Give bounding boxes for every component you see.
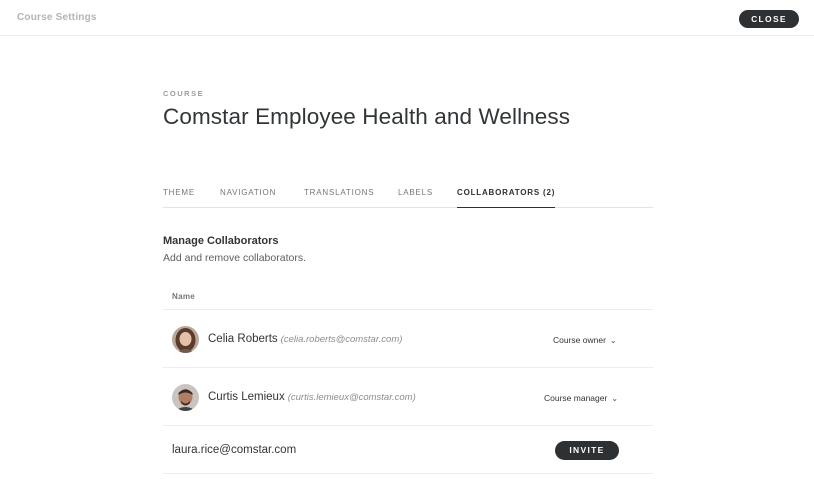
- name-column-header: Name: [172, 292, 195, 301]
- collaborator-name: Curtis Lemieux (curtis.lemieux@comstar.co…: [208, 391, 416, 403]
- collaborator-name: Celia Roberts (celia.roberts@comstar.com): [208, 333, 402, 345]
- divider: [163, 473, 653, 474]
- collaborator-row: Curtis Lemieux (curtis.lemieux@comstar.co…: [163, 367, 653, 425]
- topbar-title: Course Settings: [17, 12, 97, 23]
- settings-tabs: THEME NAVIGATION TRANSLATIONS LABELS COL…: [163, 188, 653, 208]
- collaborator-email: (celia.roberts@comstar.com): [280, 334, 403, 345]
- section-title: Manage Collaborators: [163, 235, 279, 247]
- collaborator-row: Celia Roberts (celia.roberts@comstar.com)…: [163, 309, 653, 367]
- avatar: [172, 384, 199, 411]
- avatar-photo-man-icon: [172, 384, 199, 411]
- tab-labels[interactable]: LABELS: [398, 188, 433, 207]
- tab-navigation[interactable]: NAVIGATION: [220, 188, 276, 207]
- course-overline: COURSE: [163, 89, 205, 98]
- course-title: Comstar Employee Health and Wellness: [163, 104, 571, 129]
- close-button[interactable]: CLOSE: [739, 10, 799, 28]
- chevron-down-icon: ⌄: [609, 336, 617, 345]
- avatar-photo-woman-icon: [172, 326, 199, 353]
- top-bar: Course Settings CLOSE: [0, 0, 814, 36]
- invite-row: laura.rice@comstar.com INVITE: [163, 425, 653, 473]
- invite-button[interactable]: INVITE: [555, 441, 619, 460]
- tab-translations[interactable]: TRANSLATIONS: [304, 188, 374, 207]
- invite-email: laura.rice@comstar.com: [172, 444, 297, 456]
- role-label: Course owner: [553, 335, 606, 345]
- collaborator-email: (curtis.lemieux@comstar.com): [287, 392, 416, 403]
- avatar: [172, 326, 199, 353]
- role-dropdown[interactable]: Course owner ⌄: [553, 335, 617, 345]
- role-dropdown[interactable]: Course manager ⌄: [544, 393, 618, 403]
- role-label: Course manager: [544, 393, 608, 403]
- section-subtitle: Add and remove collaborators.: [163, 252, 306, 264]
- tab-theme[interactable]: THEME: [163, 188, 195, 207]
- chevron-down-icon: ⌄: [611, 394, 619, 403]
- collaborator-name-text: Celia Roberts: [208, 333, 278, 345]
- collaborator-name-text: Curtis Lemieux: [208, 391, 285, 403]
- tab-collaborators[interactable]: COLLABORATORS (2): [457, 188, 556, 208]
